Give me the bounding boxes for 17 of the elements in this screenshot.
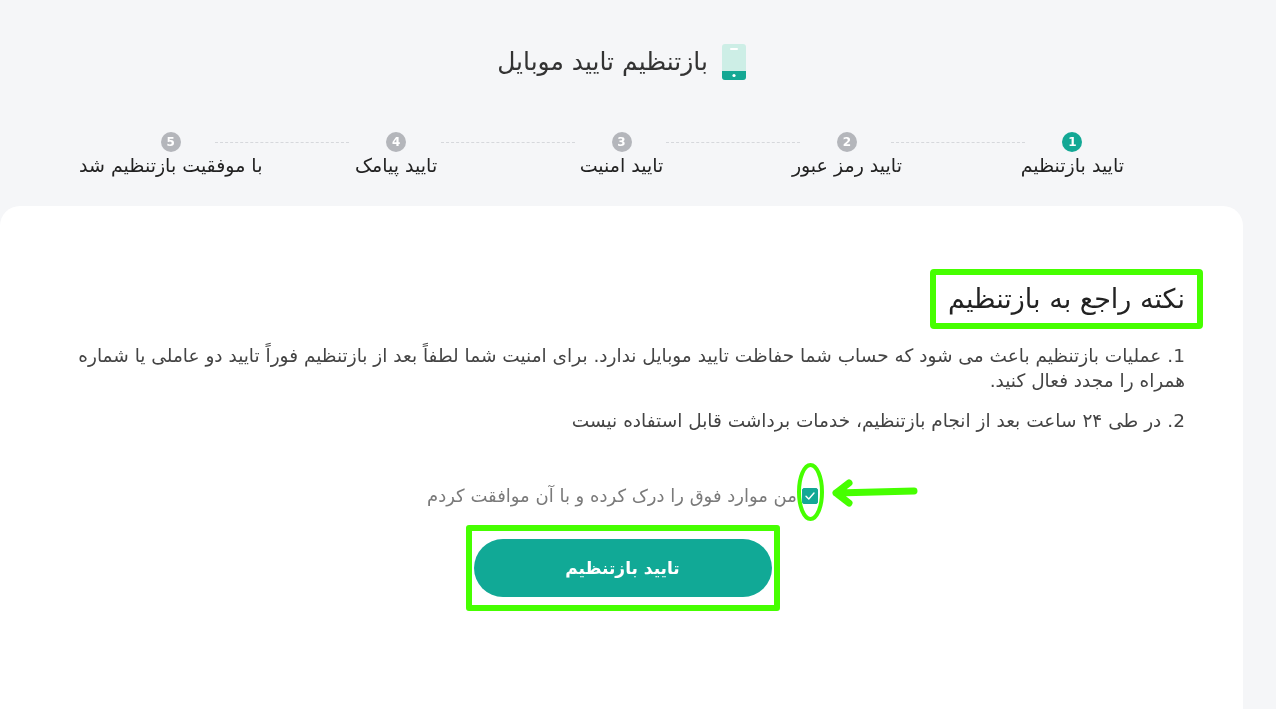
step-label: تایید بازتنظیم [1020, 153, 1124, 177]
section-heading: نکته راجع به بازتنظیم [947, 282, 1185, 317]
step-number: 2 [836, 132, 857, 152]
page-title: بازتنظیم تایید موبایل [497, 46, 708, 78]
confirm-button[interactable]: تایید بازتنظیم [473, 539, 772, 597]
step-label: تایید رمز عبور [791, 153, 902, 177]
step-number: 1 [1062, 132, 1083, 152]
step-label: تایید امنیت [579, 153, 664, 177]
checkbox[interactable] [801, 488, 818, 504]
checkbox-label: من موارد فوق را درک کرده و با آن موافقت کردم [427, 484, 797, 508]
check-icon [804, 492, 815, 500]
step-label: با موفقیت بازتنظیم شد [79, 153, 263, 177]
phone-icon [721, 44, 746, 80]
step-number: 3 [611, 132, 632, 152]
step-number: 5 [160, 132, 181, 152]
step-number: 4 [386, 132, 407, 152]
step-label: تایید پیامک [355, 153, 438, 177]
